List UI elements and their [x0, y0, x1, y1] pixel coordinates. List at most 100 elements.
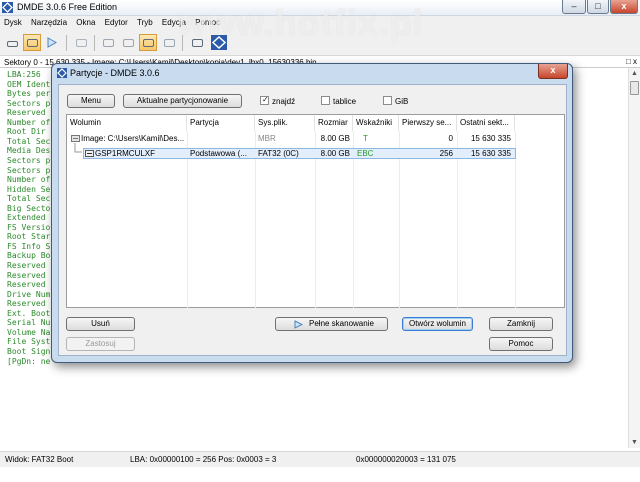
tables-checkbox[interactable]: [321, 96, 330, 105]
col-partition[interactable]: Partycja: [187, 115, 255, 131]
field-label: Root Star: [7, 232, 51, 242]
apply-button[interactable]: Zastosuj: [66, 337, 135, 351]
field-label: Serial Nu: [7, 318, 51, 328]
col-first-sector[interactable]: Pierwszy se...: [399, 115, 457, 131]
tree-connector-icon: [74, 143, 82, 153]
gib-checkbox-label: GiB: [395, 97, 409, 106]
gib-checkbox[interactable]: [383, 96, 392, 105]
new-file-icon[interactable]: [72, 34, 90, 51]
field-label: Backup Bo: [7, 251, 51, 261]
dialog-title: Partycje - DMDE 3.0.6: [70, 68, 160, 78]
current-partitioning-button[interactable]: Aktualne partycjonowanie: [123, 94, 242, 108]
field-label: Total Sec: [7, 194, 51, 204]
scroll-up-icon[interactable]: ▲: [629, 68, 640, 79]
maximize-button[interactable]: □: [587, 0, 609, 14]
field-label: Reserved: [7, 280, 46, 290]
field-label: Ext. Boot: [7, 308, 51, 318]
row-first-sector: 0: [448, 134, 453, 143]
row-partition: Podstawowa (...: [190, 149, 247, 158]
delete-button[interactable]: Usuń: [66, 317, 135, 331]
status-lba: LBA: 0x00000100 = 256 Pos: 0x0003 = 3: [130, 455, 277, 464]
menu-button[interactable]: Menu: [67, 94, 115, 108]
partition-list[interactable]: Wolumin Partycja Sys.plik. Rozmiar Wskaź…: [66, 114, 565, 308]
menu-mode[interactable]: Tryb: [133, 16, 156, 27]
col-volume[interactable]: Wolumin: [67, 115, 187, 131]
field-label: FS Versio: [7, 222, 51, 232]
row-filesystem: FAT32 (0C): [258, 149, 299, 158]
row-last-sector: 15 630 335: [470, 149, 511, 158]
row-first-sector: 256: [439, 149, 453, 158]
hex-view-icon[interactable]: [139, 34, 157, 51]
field-label: Media Des: [7, 146, 51, 156]
field-label: Volume Na: [7, 327, 51, 337]
field-label: Extended: [7, 213, 46, 223]
col-last-sector[interactable]: Ostatni sekt...: [457, 115, 515, 131]
scan-play-icon: [294, 320, 303, 329]
status-bar: Widok: FAT32 Boot LBA: 0x00000100 = 256 …: [0, 451, 640, 467]
dialog-body: Menu Aktualne partycjonowanie znajdź tab…: [58, 84, 567, 356]
menu-disk[interactable]: Dysk: [0, 16, 25, 27]
field-label: Reserved: [7, 108, 46, 118]
row-filesystem: MBR: [258, 134, 276, 143]
play-icon[interactable]: [43, 34, 61, 51]
status-value: 0x000000020003 = 131 075: [356, 455, 456, 464]
find-checkbox[interactable]: [260, 95, 269, 105]
field-label: Bytes per: [7, 89, 51, 99]
help-button[interactable]: Pomoc: [489, 337, 553, 351]
field-label: Number of: [7, 175, 51, 185]
field-label: Reserved: [7, 270, 46, 280]
drive-icon[interactable]: [3, 34, 21, 51]
field-label: Reserved: [7, 299, 46, 309]
field-label: Root Dir: [7, 127, 46, 137]
field-label: LBA:256: [7, 70, 41, 79]
menu-editor[interactable]: Edytor: [101, 16, 131, 27]
partitions-icon[interactable]: [23, 34, 41, 51]
row-volume: Image: C:\Users\Kamil\Des...: [81, 134, 185, 143]
search-icon[interactable]: [160, 34, 178, 51]
disk-image-icon: [71, 135, 80, 142]
row-size: 8.00 GB: [320, 149, 350, 158]
status-view: Widok: FAT32 Boot: [5, 455, 74, 464]
field-label: Drive Num: [7, 289, 51, 299]
partition-icon: [85, 150, 94, 157]
partitions-dialog: Partycje - DMDE 3.0.6 x Menu Aktualne pa…: [51, 63, 573, 363]
menu-windows[interactable]: Okna: [72, 16, 98, 27]
watermark: www.hotfix.pl: [178, 2, 424, 43]
close-button[interactable]: x: [610, 0, 638, 14]
field-label: Hidden Se: [7, 184, 51, 194]
pane-controls[interactable]: □ x: [626, 57, 637, 66]
tree-view-icon[interactable]: [119, 34, 137, 51]
col-size[interactable]: Rozmiar: [315, 115, 353, 131]
full-scan-button[interactable]: Pełne skanowanie: [275, 317, 388, 331]
row-volume: GSP1RMCULXF: [95, 149, 156, 158]
close-dialog-button[interactable]: Zamknij: [489, 317, 553, 331]
field-label: [PgDn: ne: [7, 356, 51, 366]
open-volume-button[interactable]: Otwórz wolumin: [402, 317, 473, 331]
field-label: OEM Ident: [7, 79, 51, 89]
row-size: 8.00 GB: [320, 134, 350, 143]
dialog-close-button[interactable]: x: [538, 64, 568, 79]
col-filesystem[interactable]: Sys.plik.: [255, 115, 315, 131]
field-label: File Syst: [7, 337, 51, 347]
list-view-icon[interactable]: [99, 34, 117, 51]
field-label: FS Info S: [7, 241, 51, 251]
dmde-dialog-icon: [57, 68, 67, 78]
row-flags: EBC: [357, 149, 374, 158]
dmde-app-icon: [2, 2, 13, 13]
minimize-button[interactable]: –: [562, 0, 586, 14]
menu-tools[interactable]: Narzędzia: [27, 16, 70, 27]
tables-checkbox-label: tablice: [333, 97, 357, 106]
field-label: Reserved: [7, 261, 46, 270]
col-flags[interactable]: Wskaźniki: [353, 115, 399, 131]
full-scan-label: Pełne skanowanie: [309, 319, 374, 328]
field-label: Sectors p: [7, 155, 51, 165]
scroll-down-icon[interactable]: ▼: [629, 437, 640, 448]
field-label: Big Secto: [7, 203, 51, 213]
vertical-scrollbar[interactable]: ▲ ▼: [628, 68, 640, 448]
dialog-title-bar[interactable]: Partycje - DMDE 3.0.6 x: [52, 64, 572, 82]
field-label: Sectors p: [7, 98, 51, 108]
find-checkbox-label: znajdź: [272, 97, 296, 106]
row-last-sector: 15 630 335: [470, 134, 511, 143]
scroll-thumb[interactable]: [630, 81, 639, 95]
row-flags: T: [363, 134, 368, 143]
